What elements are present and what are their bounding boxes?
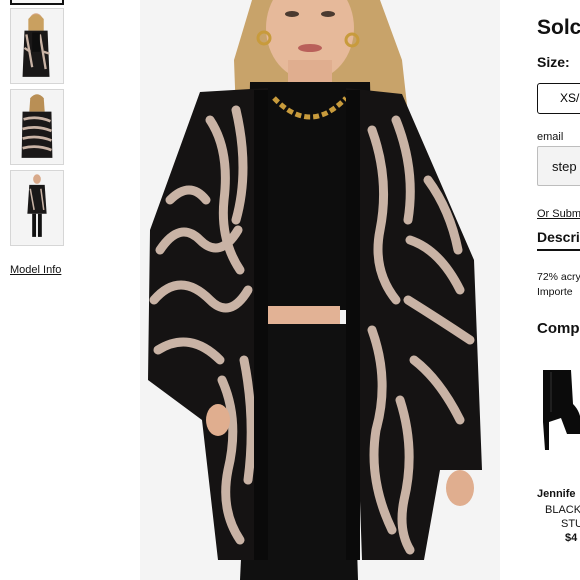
complete-the-look-title: Comp (537, 320, 580, 337)
tab-description[interactable]: Descri (537, 229, 580, 251)
model-info-link[interactable]: Model Info (10, 264, 61, 276)
recommended-item-price: $4 (565, 532, 578, 544)
description-line: 72% acry (537, 271, 580, 283)
email-field[interactable] (537, 146, 580, 186)
description-text: 72% acry Importe (537, 270, 580, 300)
thumbnail-1[interactable] (10, 0, 64, 5)
recommended-item-name-cont[interactable]: STU (561, 518, 580, 530)
product-details-panel: Solc Size: XS/ email Or Subm Descri 72% … (537, 0, 580, 580)
size-label: Size: (537, 54, 570, 70)
thumbnail-3[interactable] (10, 89, 64, 165)
sold-out-title: Solc (537, 16, 580, 39)
email-label: email (537, 131, 564, 143)
recommended-item-brand[interactable]: Jennife (537, 488, 576, 500)
description-line: Importe (537, 286, 573, 298)
thumbnail-2[interactable] (10, 8, 64, 84)
product-main-image[interactable] (140, 0, 500, 580)
black-heeled-boot-icon[interactable] (537, 362, 580, 462)
thumbnail-4[interactable] (10, 170, 64, 246)
or-submit-link[interactable]: Or Subm (537, 208, 580, 220)
recommended-item-name[interactable]: BLACK (545, 504, 580, 516)
size-select-button[interactable]: XS/ (537, 83, 580, 114)
